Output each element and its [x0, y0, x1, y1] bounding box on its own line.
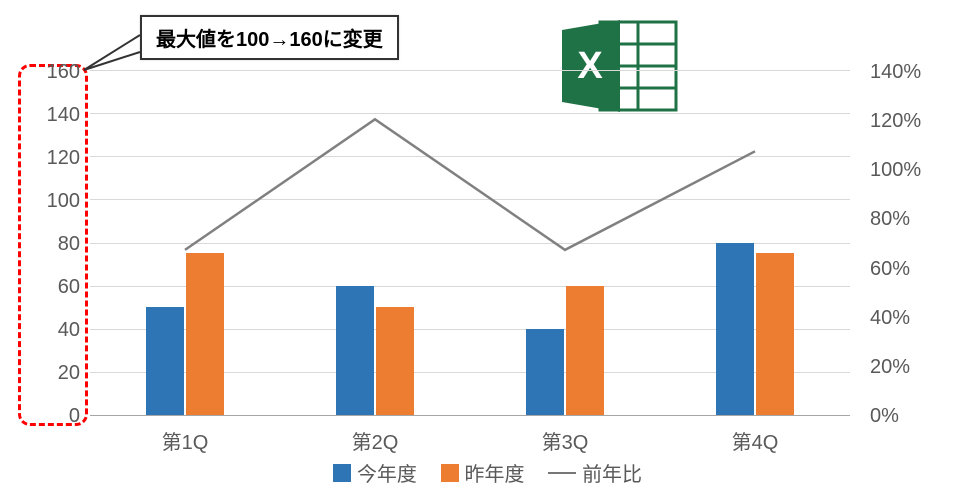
y-tick-label: 160	[0, 61, 80, 84]
y2-tick-label: 20%	[870, 356, 950, 379]
legend: 今年度 昨年度 前年比	[0, 458, 957, 487]
x-tick-label: 第2Q	[315, 426, 435, 455]
x-tick-label: 第4Q	[695, 426, 815, 455]
y2-tick-label: 100%	[870, 159, 950, 182]
legend-swatch-yoy	[548, 472, 576, 474]
y-tick-label: 60	[0, 276, 80, 299]
callout-box: 最大値を100→160に変更	[140, 15, 399, 60]
y-tick-label: 20	[0, 362, 80, 385]
y-tick-label: 140	[0, 104, 80, 127]
legend-swatch-this-year	[333, 464, 351, 482]
y2-tick-label: 0%	[870, 405, 950, 428]
y-tick-label: 40	[0, 319, 80, 342]
y2-tick-label: 120%	[870, 110, 950, 133]
y-tick-label: 120	[0, 147, 80, 170]
chart-container: 最大値を100→160に変更 X 160 140 120 100 80 60 4…	[0, 0, 957, 502]
y-tick-label: 80	[0, 233, 80, 256]
plot-area	[90, 70, 850, 415]
legend-swatch-last-year	[441, 464, 459, 482]
y-tick-label: 0	[0, 405, 80, 428]
y2-tick-label: 60%	[870, 258, 950, 281]
y2-tick-label: 140%	[870, 61, 950, 84]
legend-label: 今年度	[357, 458, 417, 487]
line-series	[90, 70, 850, 415]
legend-label: 前年比	[582, 458, 642, 487]
y-tick-label: 100	[0, 190, 80, 213]
legend-label: 昨年度	[465, 458, 525, 487]
y2-tick-label: 40%	[870, 307, 950, 330]
x-tick-label: 第3Q	[505, 426, 625, 455]
x-tick-label: 第1Q	[125, 426, 245, 455]
y2-tick-label: 80%	[870, 208, 950, 231]
